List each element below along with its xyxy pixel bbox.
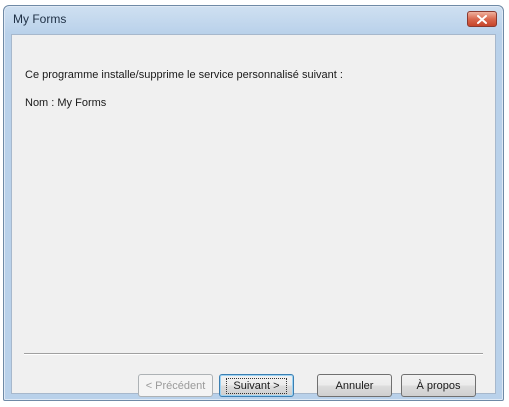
window-title: My Forms [13,12,67,26]
cancel-button[interactable]: Annuler [317,374,392,397]
dialog-window: My Forms Ce programme installe/supprime … [3,5,504,401]
close-button[interactable] [467,11,497,27]
close-icon [477,14,487,24]
button-separator [24,353,483,355]
previous-button-label: < Précédent [145,379,206,392]
previous-button[interactable]: < Précédent [138,374,213,397]
title-bar[interactable]: My Forms [4,6,503,34]
next-button[interactable]: Suivant > [219,374,294,397]
cancel-button-label: Annuler [335,379,374,392]
about-button-label: À propos [416,379,461,392]
dialog-body: Ce programme installe/supprime le servic… [11,34,496,397]
about-button[interactable]: À propos [401,374,476,397]
next-button-label: Suivant > [226,377,287,394]
description-text: Ce programme installe/supprime le servic… [25,69,343,81]
service-name-text: Nom : My Forms [25,97,107,109]
